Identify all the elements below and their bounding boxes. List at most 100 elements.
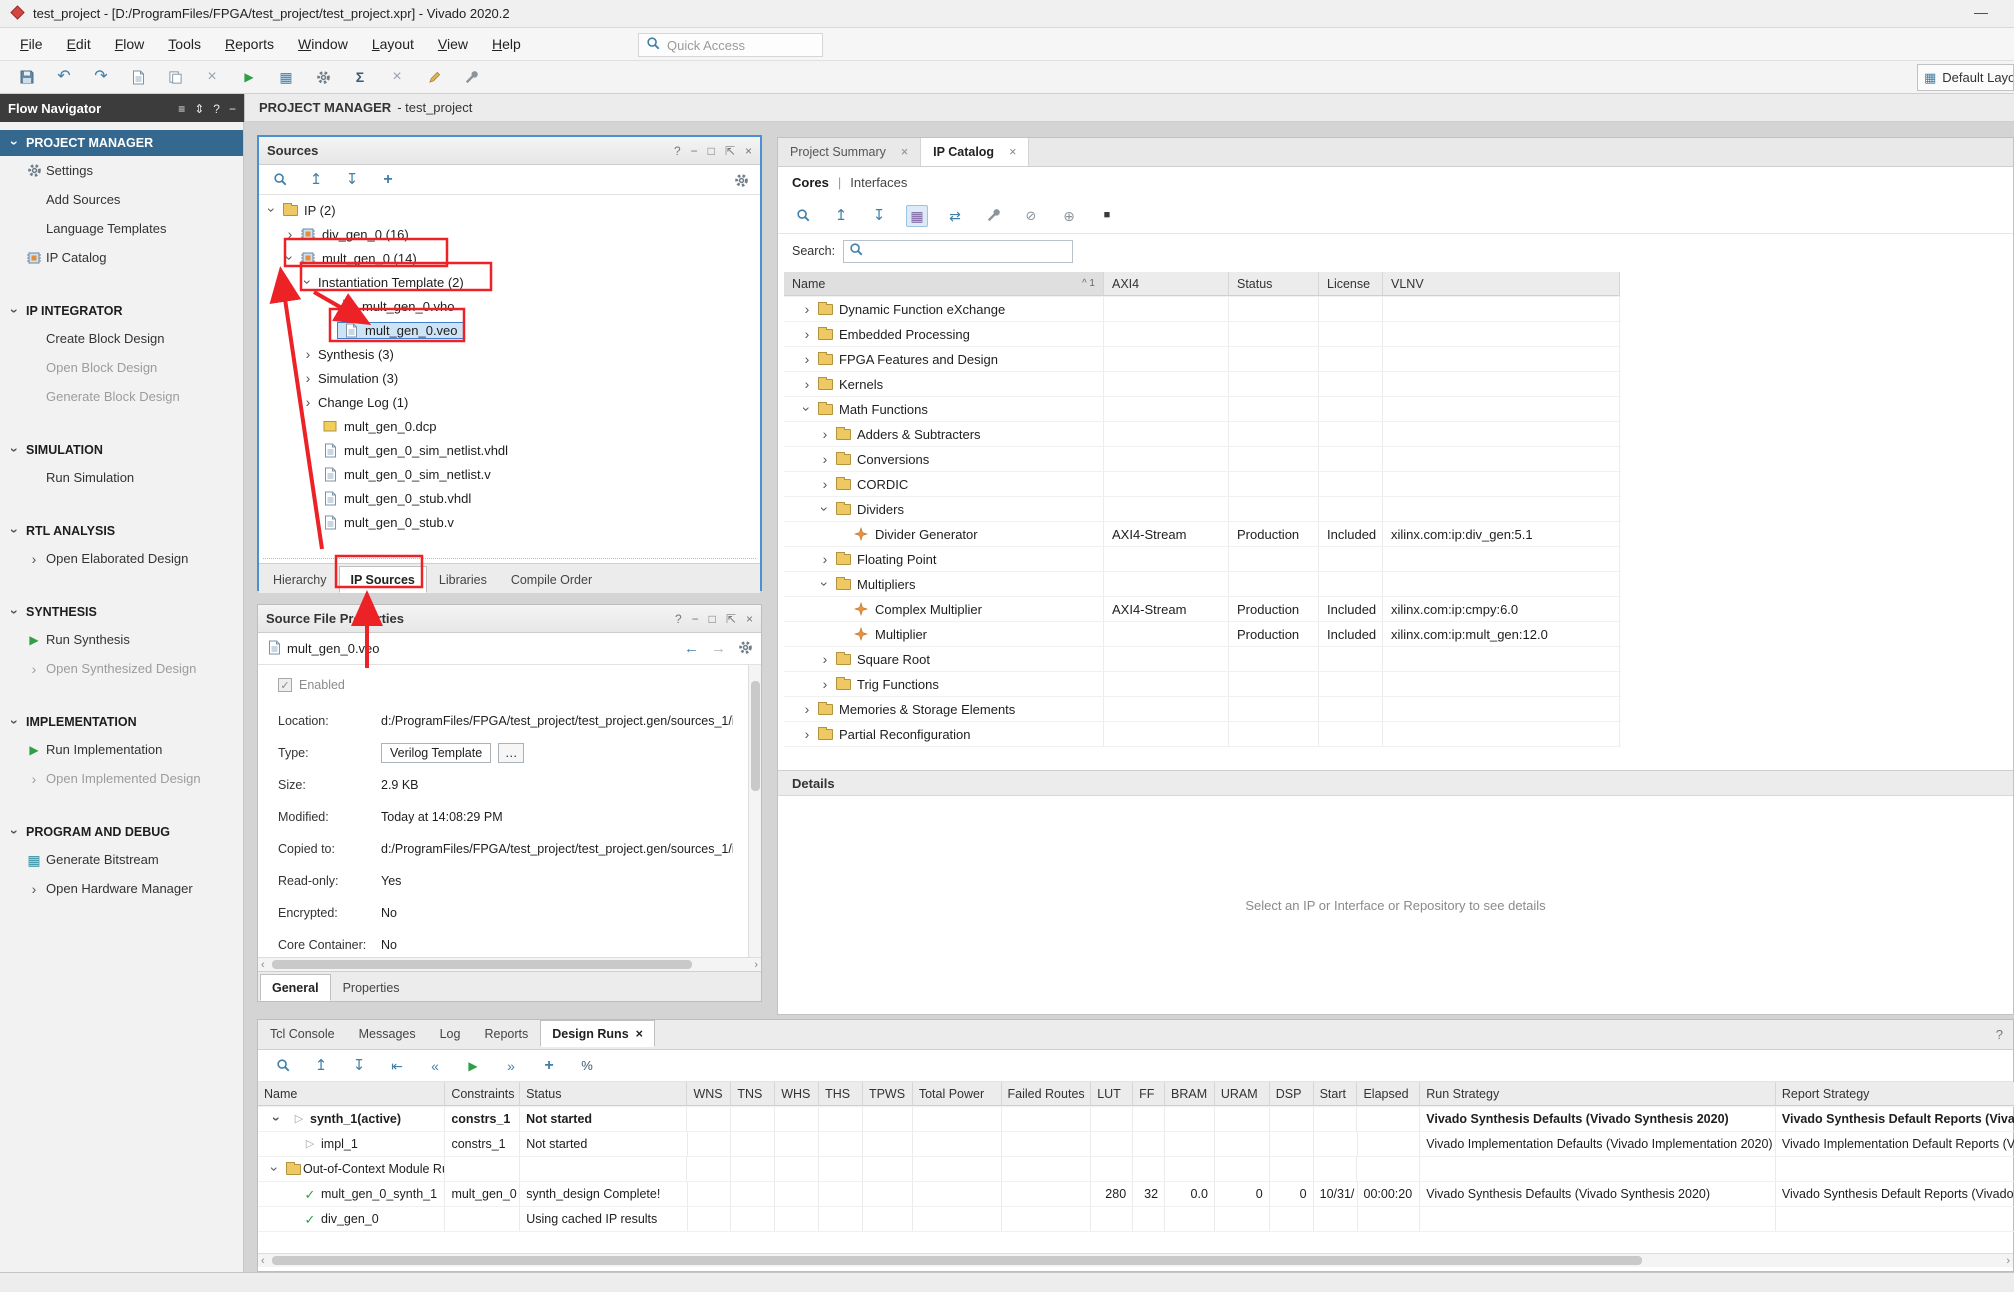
- layout-grid-icon[interactable]: ▦: [275, 66, 297, 88]
- sources-minimize-icon[interactable]: −: [691, 144, 698, 158]
- run-row-div-gen-0[interactable]: ✓div_gen_0Using cached IP results: [258, 1207, 2014, 1232]
- sources-settings-gear-icon[interactable]: [730, 169, 752, 191]
- catalog-search-input[interactable]: [843, 240, 1073, 263]
- catalog-row-dividers[interactable]: ›Dividers: [784, 497, 1621, 522]
- runs-column-header-constraints[interactable]: Constraints: [445, 1082, 520, 1106]
- properties-help-icon[interactable]: ?: [675, 612, 682, 626]
- minimize-window-button[interactable]: —: [1974, 4, 1988, 20]
- catalog-row-divider-generator[interactable]: Divider GeneratorAXI4-StreamProductionIn…: [784, 522, 1621, 547]
- ip-settings-icon[interactable]: [982, 205, 1004, 227]
- menu-item-reports[interactable]: Reports: [213, 36, 286, 52]
- sidebar-item-generate-bitstream[interactable]: ▦Generate Bitstream: [0, 845, 243, 874]
- catalog-row-cordic[interactable]: ›CORDIC: [784, 472, 1621, 497]
- expand-chevron-icon[interactable]: ›: [818, 552, 832, 566]
- source-tree-item-mult-gen-0-dcp[interactable]: mult_gen_0.dcp: [259, 414, 760, 438]
- close-tab-icon[interactable]: ×: [636, 1027, 643, 1041]
- catalog-column-header-status[interactable]: Status: [1229, 272, 1319, 296]
- source-tree-item-mult-gen-0-veo[interactable]: mult_gen_0.veo: [259, 318, 760, 342]
- nav-section-header-project-manager[interactable]: ›PROJECT MANAGER: [0, 130, 243, 156]
- expand-chevron-icon[interactable]: ›: [818, 452, 832, 466]
- catalog-row-math-functions[interactable]: ›Math Functions: [784, 397, 1621, 422]
- type-combo-value[interactable]: Verilog Template: [381, 743, 491, 763]
- skip-to-start-icon[interactable]: ⇤: [386, 1055, 408, 1077]
- properties-hscrollbar[interactable]: ‹ ›: [258, 957, 761, 971]
- source-tree-item-mult-gen-0-stub-vhdl[interactable]: mult_gen_0_stub.vhdl: [259, 486, 760, 510]
- properties-gear-icon[interactable]: [738, 640, 753, 658]
- back-arrow-icon[interactable]: ←: [684, 640, 699, 657]
- bottom-tab-messages[interactable]: Messages: [347, 1020, 428, 1047]
- expand-chevron-icon[interactable]: ›: [301, 347, 315, 361]
- catalog-column-header-name[interactable]: Name^ 1: [784, 272, 1104, 296]
- scroll-right-icon[interactable]: ›: [754, 958, 758, 972]
- help-icon[interactable]: ?: [213, 102, 220, 116]
- runs-column-header-whs[interactable]: WHS: [775, 1082, 819, 1106]
- collapse-all-icon[interactable]: ↥: [305, 169, 327, 191]
- expand-chevron-icon[interactable]: ›: [818, 427, 832, 441]
- expand-chevron-icon[interactable]: ›: [800, 302, 814, 316]
- runs-column-header-bram[interactable]: BRAM: [1165, 1082, 1215, 1106]
- catalog-row-kernels[interactable]: ›Kernels: [784, 372, 1621, 397]
- run-icon[interactable]: ▶: [462, 1055, 484, 1077]
- expand-chevron-icon[interactable]: ›: [818, 677, 832, 691]
- minimize-panel-icon[interactable]: −: [229, 102, 236, 116]
- search-icon[interactable]: [792, 205, 814, 227]
- enabled-checkbox[interactable]: ✓: [278, 678, 292, 692]
- nav-section-header-implementation[interactable]: ›IMPLEMENTATION: [0, 709, 243, 735]
- menu-item-flow[interactable]: Flow: [103, 36, 157, 52]
- menu-item-edit[interactable]: Edit: [55, 36, 103, 52]
- runs-column-header-ff[interactable]: FF: [1133, 1082, 1165, 1106]
- sources-help-icon[interactable]: ?: [674, 144, 681, 158]
- nav-section-header-simulation[interactable]: ›SIMULATION: [0, 437, 243, 463]
- default-layout-button[interactable]: ▦ Default Layou: [1917, 64, 2014, 91]
- runs-column-header-tns[interactable]: TNS: [731, 1082, 775, 1106]
- expand-all-icon[interactable]: ↧: [348, 1055, 370, 1077]
- runs-column-header-start[interactable]: Start: [1314, 1082, 1358, 1106]
- bottom-tab-design-runs[interactable]: Design Runs×: [540, 1020, 655, 1047]
- expand-chevron-icon[interactable]: ›: [283, 227, 297, 241]
- run-row-out-of-context-module-runs[interactable]: ›Out-of-Context Module Runs: [258, 1157, 2014, 1182]
- properties-vscrollbar[interactable]: [748, 665, 761, 957]
- sidebar-item-open-implemented-design[interactable]: ›Open Implemented Design: [0, 764, 243, 793]
- catalog-row-embedded-processing[interactable]: ›Embedded Processing: [784, 322, 1621, 347]
- catalog-column-header-license[interactable]: License: [1319, 272, 1383, 296]
- runs-column-header-status[interactable]: Status: [520, 1082, 687, 1106]
- source-tree-item-mult-gen-0-14[interactable]: ›mult_gen_0 (14): [259, 246, 760, 270]
- expand-chevron-icon[interactable]: ›: [800, 702, 814, 716]
- search-icon[interactable]: [269, 169, 291, 191]
- expand-chevron-icon[interactable]: ›: [800, 377, 814, 391]
- nav-section-header-synthesis[interactable]: ›SYNTHESIS: [0, 599, 243, 625]
- runs-column-header-ths[interactable]: THS: [819, 1082, 863, 1106]
- collapse-all-icon[interactable]: ↥: [830, 205, 852, 227]
- runs-column-header-elapsed[interactable]: Elapsed: [1357, 1082, 1420, 1106]
- collapse-chevron-icon[interactable]: ›: [265, 203, 279, 217]
- report-icon[interactable]: [127, 66, 149, 88]
- properties-float-icon[interactable]: ⇱: [726, 612, 736, 626]
- percent-icon[interactable]: %: [576, 1055, 598, 1077]
- run-row-mult-gen-0-synth-1[interactable]: ✓mult_gen_0_synth_1mult_gen_0synth_desig…: [258, 1182, 2014, 1207]
- catalog-row-floating-point[interactable]: ›Floating Point: [784, 547, 1621, 572]
- sources-tab-hierarchy[interactable]: Hierarchy: [261, 566, 339, 593]
- catalog-row-conversions[interactable]: ›Conversions: [784, 447, 1621, 472]
- runs-column-header-name[interactable]: Name: [258, 1082, 445, 1106]
- catalog-row-multipliers[interactable]: ›Multipliers: [784, 572, 1621, 597]
- run-row-impl-1[interactable]: ▷impl_1constrs_1Not startedVivado Implem…: [258, 1132, 2014, 1157]
- catalog-row-fpga-features-and-design[interactable]: ›FPGA Features and Design: [784, 347, 1621, 372]
- catalog-row-memories-storage-elements[interactable]: ›Memories & Storage Elements: [784, 697, 1621, 722]
- sources-tab-ip-sources[interactable]: IP Sources: [339, 566, 427, 593]
- sources-hscrollbar[interactable]: [263, 558, 756, 559]
- properties-minimize-icon[interactable]: −: [692, 612, 699, 626]
- resize-icon[interactable]: ⇕: [194, 102, 204, 116]
- menu-item-layout[interactable]: Layout: [360, 36, 426, 52]
- properties-tab-properties[interactable]: Properties: [331, 974, 412, 1001]
- catalog-row-trig-functions[interactable]: ›Trig Functions: [784, 672, 1621, 697]
- sidebar-item-settings[interactable]: Settings: [0, 156, 243, 185]
- sidebar-item-run-implementation[interactable]: ▶Run Implementation: [0, 735, 243, 764]
- properties-close-icon[interactable]: ×: [746, 612, 753, 626]
- source-tree-item-ip-2[interactable]: ›IP (2): [259, 198, 760, 222]
- refresh-repository-icon[interactable]: ⇄: [944, 205, 966, 227]
- forward-arrow-icon[interactable]: →: [711, 640, 726, 657]
- copy-icon[interactable]: [164, 66, 186, 88]
- source-tree-item-mult-gen-0-sim-netlist-v[interactable]: mult_gen_0_sim_netlist.v: [259, 462, 760, 486]
- expand-all-icon[interactable]: ↧: [868, 205, 890, 227]
- document-tab-project-summary[interactable]: Project Summary×: [778, 138, 921, 166]
